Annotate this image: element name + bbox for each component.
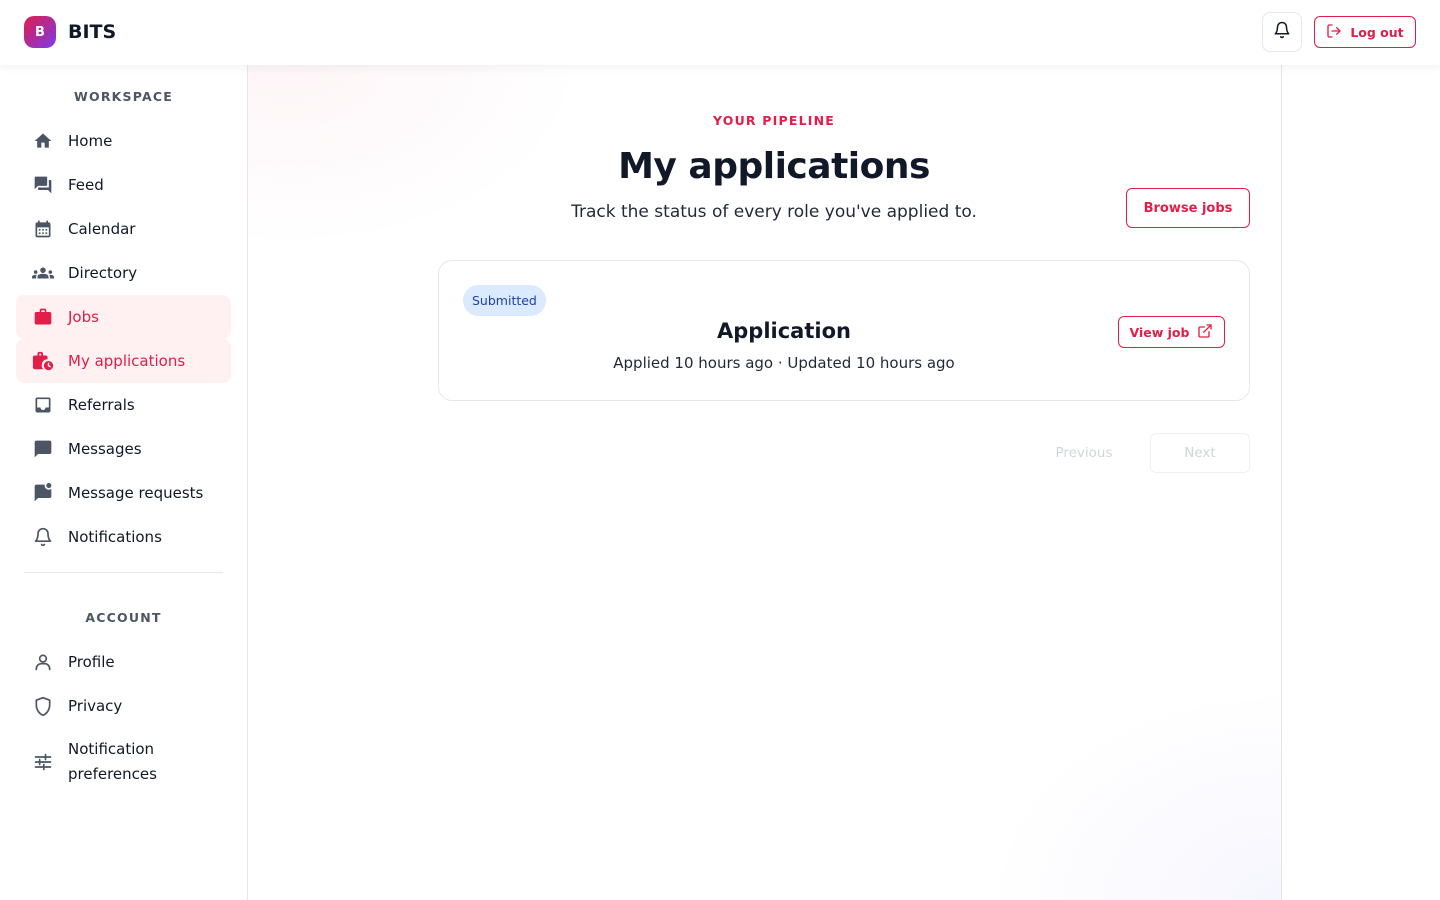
bell-icon xyxy=(32,526,54,548)
sidebar-item-label: Notifications xyxy=(68,528,162,546)
forum-icon xyxy=(32,174,54,196)
page-eyebrow: YOUR PIPELINE xyxy=(712,113,836,128)
calendar-icon xyxy=(32,218,54,240)
sidebar-item-profile[interactable]: Profile xyxy=(16,640,231,684)
brand[interactable]: B BITS xyxy=(24,16,116,48)
sidebar-item-label: Calendar xyxy=(68,220,136,238)
status-badge: Submitted xyxy=(463,285,546,316)
sidebar-section-workspace: WORKSPACE xyxy=(74,89,173,104)
notifications-button[interactable] xyxy=(1262,12,1302,52)
sidebar-item-label: Jobs xyxy=(68,308,99,326)
sliders-icon xyxy=(32,751,54,773)
sidebar-item-label: My applications xyxy=(68,352,186,370)
sidebar-item-label: Messages xyxy=(68,440,142,458)
sidebar-item-notifications[interactable]: Notifications xyxy=(16,515,231,559)
sidebar-item-label: Directory xyxy=(68,264,138,282)
sidebar-item-label: Feed xyxy=(68,176,104,194)
sidebar-item-calendar[interactable]: Calendar xyxy=(16,207,231,251)
chat-icon xyxy=(32,438,54,460)
briefcase-clock-icon xyxy=(32,350,54,372)
person-icon xyxy=(32,651,54,673)
sidebar-item-privacy[interactable]: Privacy xyxy=(16,684,231,728)
previous-page-button[interactable]: Previous xyxy=(1034,433,1134,473)
sidebar: WORKSPACE Home Feed Calendar Directory J… xyxy=(0,65,248,900)
logout-button[interactable]: Log out xyxy=(1314,16,1416,48)
sidebar-item-referrals[interactable]: Referrals xyxy=(16,383,231,427)
page-title: My applications xyxy=(618,146,930,187)
sidebar-section-account: ACCOUNT xyxy=(85,610,162,625)
briefcase-icon xyxy=(32,306,54,328)
groups-icon xyxy=(32,262,54,284)
sidebar-item-message-requests[interactable]: Message requests xyxy=(16,471,231,515)
sidebar-item-label-line2: preferences xyxy=(68,765,157,783)
brand-name: BITS xyxy=(68,21,117,43)
top-header: B BITS Log out xyxy=(0,0,1440,65)
sidebar-item-notification-preferences[interactable]: Notification preferences xyxy=(16,732,231,792)
sidebar-divider xyxy=(24,572,223,573)
logout-icon xyxy=(1326,23,1342,42)
sidebar-item-my-applications[interactable]: My applications xyxy=(16,339,231,383)
home-icon xyxy=(32,130,54,152)
external-link-icon xyxy=(1197,323,1213,342)
browse-jobs-button[interactable]: Browse jobs xyxy=(1126,188,1250,228)
application-card: Submitted Application Applied 10 hours a… xyxy=(438,260,1250,401)
sidebar-item-directory[interactable]: Directory xyxy=(16,251,231,295)
sidebar-item-label-line1: Notification xyxy=(68,740,155,758)
sidebar-item-label: Message requests xyxy=(68,484,204,502)
bell-icon xyxy=(1273,21,1291,43)
sidebar-item-label: Privacy xyxy=(68,697,123,715)
sidebar-item-label: Home xyxy=(68,132,113,150)
brand-logo: B xyxy=(24,16,56,48)
next-page-button[interactable]: Next xyxy=(1150,433,1250,473)
chat-unread-icon xyxy=(32,482,54,504)
logout-label: Log out xyxy=(1350,24,1404,40)
page-subtitle: Track the status of every role you've ap… xyxy=(571,202,977,222)
sidebar-item-feed[interactable]: Feed xyxy=(16,163,231,207)
sidebar-item-label: Profile xyxy=(68,653,115,671)
application-meta: Applied 10 hours ago · Updated 10 hours … xyxy=(613,354,955,372)
sidebar-item-home[interactable]: Home xyxy=(16,119,231,163)
sidebar-item-label: Referrals xyxy=(68,396,135,414)
sidebar-item-messages[interactable]: Messages xyxy=(16,427,231,471)
inbox-icon xyxy=(32,394,54,416)
sidebar-item-label: Notification preferences xyxy=(68,737,157,787)
view-job-label: View job xyxy=(1129,324,1190,340)
sidebar-item-jobs[interactable]: Jobs xyxy=(16,295,231,339)
view-job-button[interactable]: View job xyxy=(1118,316,1225,348)
application-title: Application xyxy=(717,319,851,343)
shield-icon xyxy=(32,695,54,717)
